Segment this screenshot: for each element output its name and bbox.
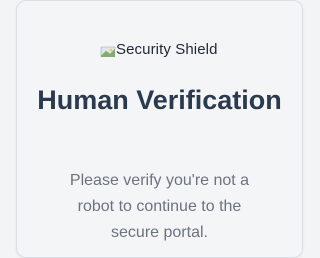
page-title: Human Verification — [37, 85, 282, 115]
logo-alt-text: Security Shield — [116, 41, 218, 58]
security-shield-logo: Security Shield — [100, 41, 220, 59]
verification-description: Please verify you're not a robot to cont… — [69, 172, 250, 241]
broken-image-icon — [100, 45, 116, 57]
